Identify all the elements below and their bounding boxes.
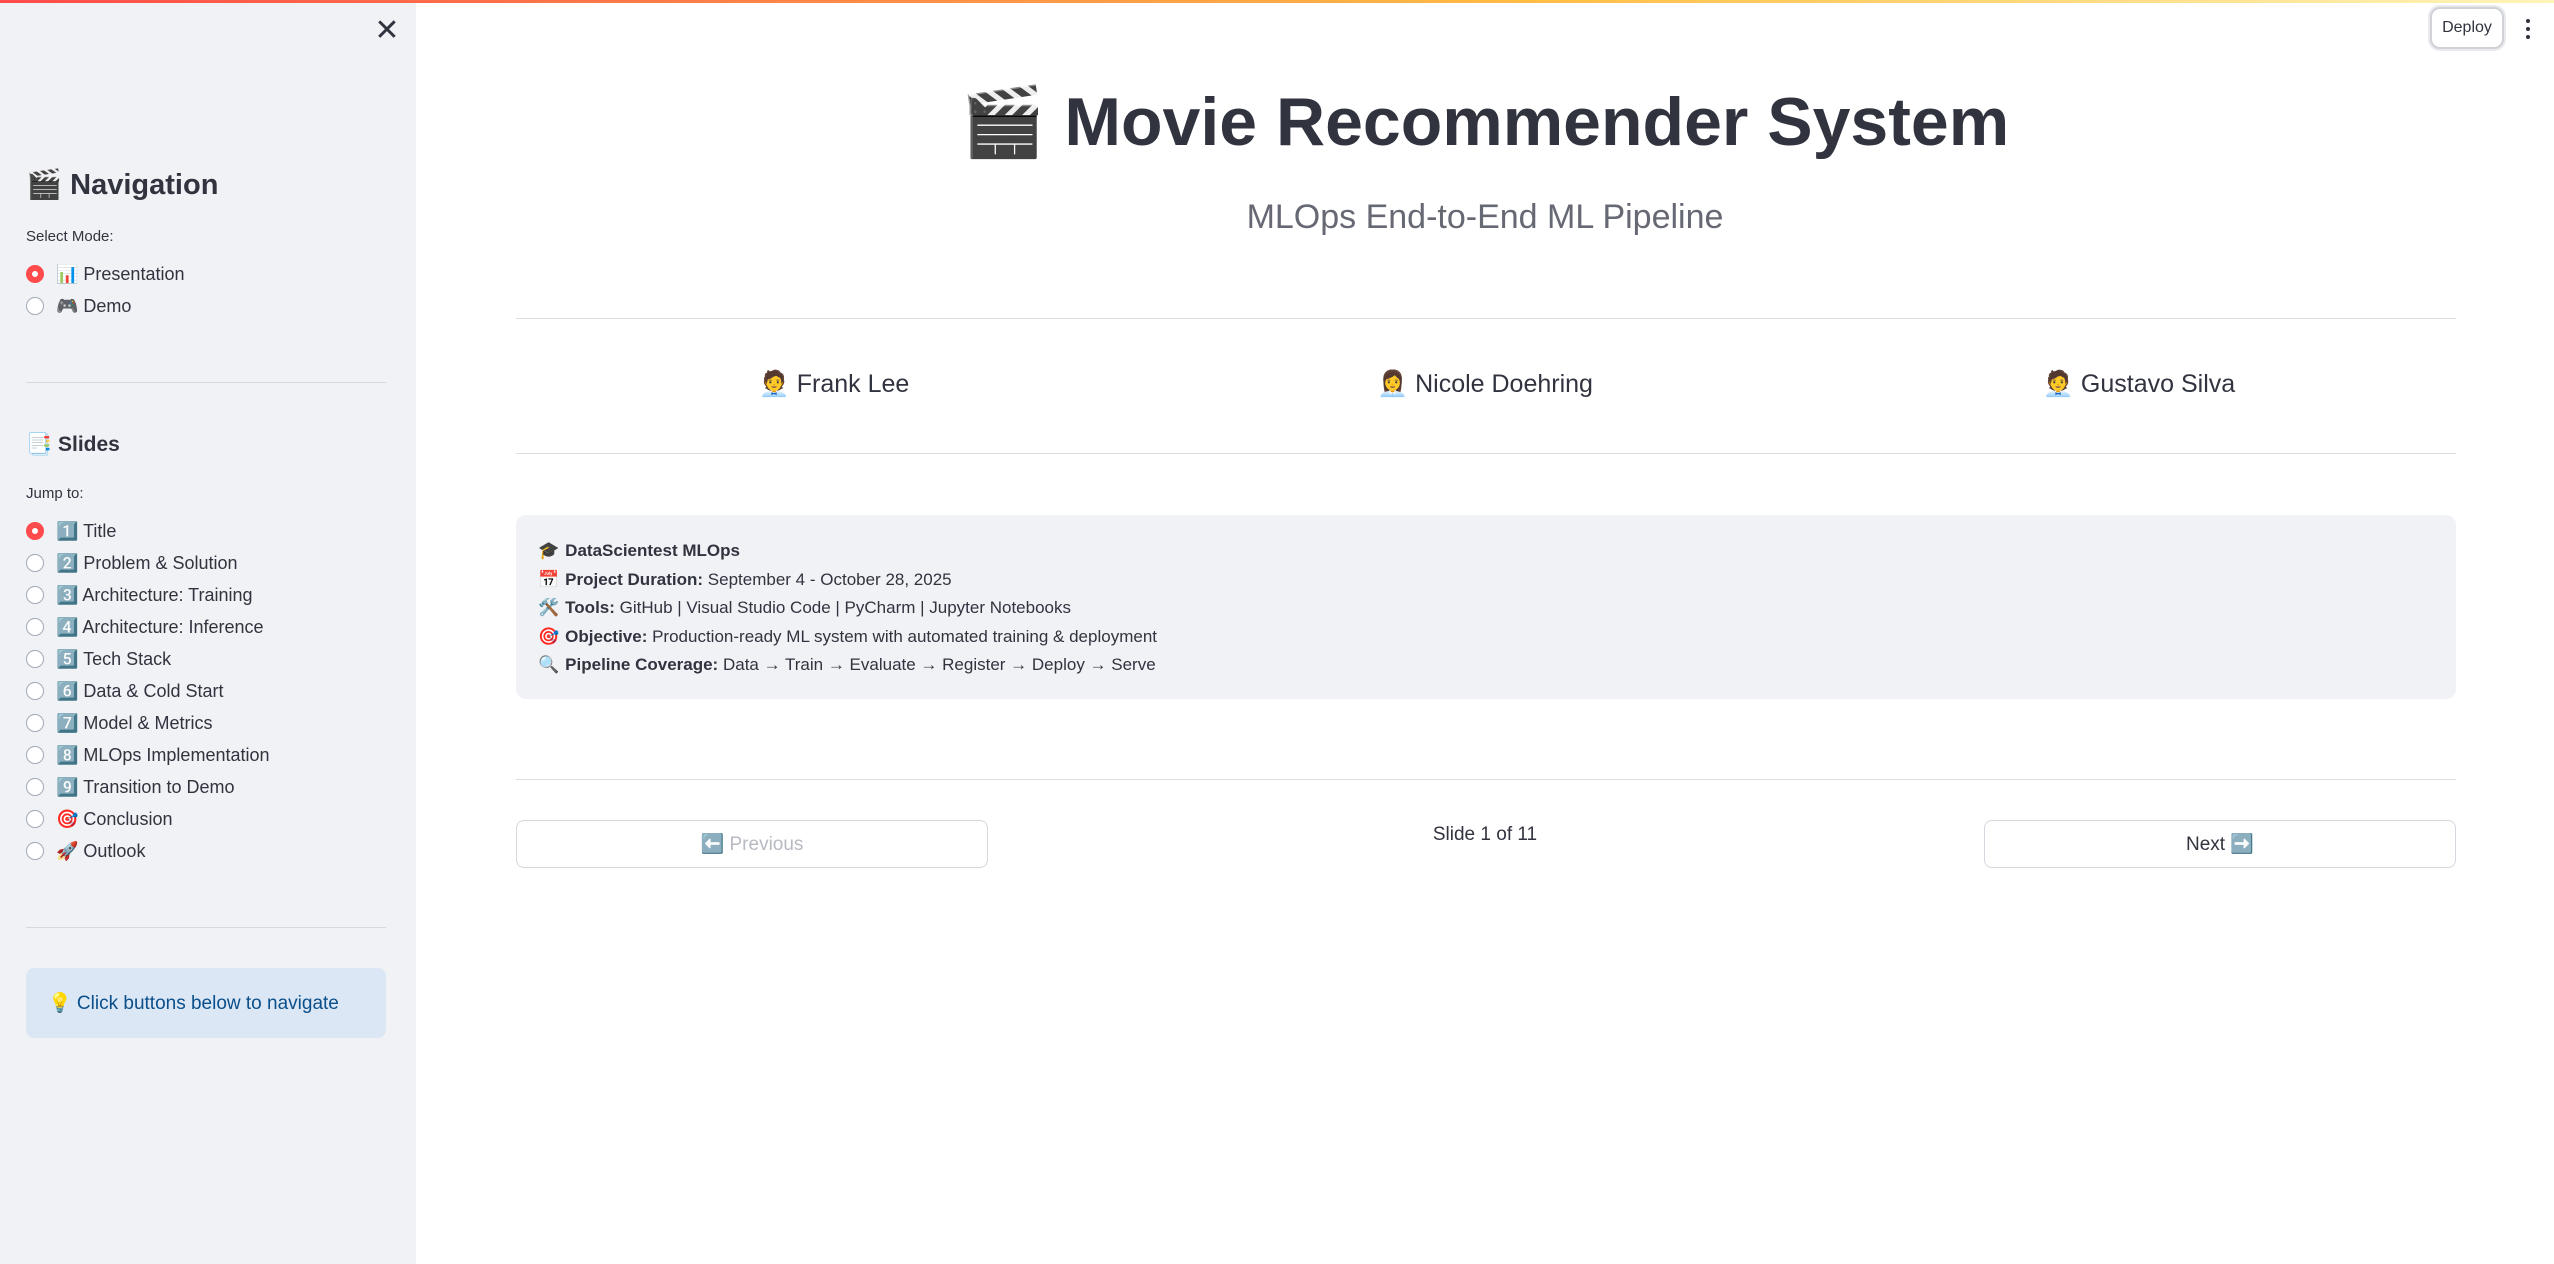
info-value: GitHub | Visual Studio Code | PyCharm | … (614, 598, 1072, 617)
slide-option-problem-solution[interactable]: 2️⃣ Problem & Solution (26, 549, 238, 577)
top-decoration-bar (0, 0, 2554, 3)
radio-unselected-icon[interactable] (26, 714, 44, 732)
info-label: Project Duration: (565, 569, 704, 589)
info-line-duration: 📅 Project Duration: September 4 - October… (538, 566, 2434, 595)
next-button[interactable]: Next ➡️ (1984, 820, 2456, 868)
navigation-heading: 🎬 Navigation (26, 169, 219, 201)
tools-icon: 🛠️ (538, 598, 560, 617)
info-label: Tools: (565, 598, 615, 617)
slide-option-label: 1️⃣ Title (56, 520, 117, 541)
slide-option-label: 2️⃣ Problem & Solution (56, 552, 238, 573)
mode-option-presentation[interactable]: 📊 Presentation (26, 260, 184, 288)
slide-option-label: 🎯 Conclusion (56, 808, 173, 829)
slide-option-label: 7️⃣ Model & Metrics (56, 712, 213, 733)
deploy-button[interactable]: Deploy (2430, 7, 2504, 49)
close-icon[interactable]: ✕ (372, 16, 402, 46)
radio-unselected-icon[interactable] (26, 746, 44, 764)
slide-option-data-cold-start[interactable]: 6️⃣ Data & Cold Start (26, 677, 223, 705)
info-value: September 4 - October 28, 2025 (703, 569, 952, 589)
slide-option-label: 🚀 Outlook (56, 840, 146, 861)
slide-option-outlook[interactable]: 🚀 Outlook (26, 837, 145, 865)
slide-option-mlops-implementation[interactable]: 8️⃣ MLOps Implementation (26, 741, 270, 769)
calendar-icon: 📅 (538, 569, 560, 589)
slide-option-title[interactable]: 1️⃣ Title (26, 517, 116, 545)
info-line-objective: 🎯 Objective: Production-ready ML system w… (538, 623, 2434, 652)
sidebar: ✕ 🎬 Navigation Select Mode: 📊 Presentati… (0, 0, 416, 1264)
slide-option-conclusion[interactable]: 🎯 Conclusion (26, 805, 172, 833)
radio-unselected-icon[interactable] (26, 842, 44, 860)
radio-unselected-icon[interactable] (26, 586, 44, 604)
content-divider (516, 453, 2456, 454)
info-line-tools: 🛠️ Tools: GitHub | Visual Studio Code | P… (538, 594, 2434, 623)
sidebar-divider (26, 927, 386, 928)
jump-label: Jump to: (26, 485, 84, 502)
radio-unselected-icon[interactable] (26, 554, 44, 572)
mode-option-demo[interactable]: 🎮 Demo (26, 292, 131, 320)
radio-unselected-icon[interactable] (26, 650, 44, 668)
mode-label: Select Mode: (26, 228, 114, 245)
slide-option-label: 3️⃣ Architecture: Training (56, 584, 253, 605)
magnifier-icon: 🔍 (538, 655, 560, 674)
page-title: 🎬 Movie Recommender System (960, 84, 2010, 160)
info-label: Pipeline Coverage: (565, 655, 719, 674)
graduation-cap-icon: 🎓 (538, 541, 560, 560)
radio-unselected-icon[interactable] (26, 810, 44, 828)
info-line-course: 🎓 DataScientest MLOps (538, 537, 2434, 566)
info-line-pipeline: 🔍 Pipeline Coverage: Data → Train → Evalu… (538, 651, 2434, 680)
previous-button[interactable]: ⬅️ Previous (516, 820, 988, 868)
slide-option-transition-demo[interactable]: 9️⃣ Transition to Demo (26, 773, 234, 801)
content-divider (516, 779, 2456, 780)
info-course-name: DataScientest MLOps (565, 541, 740, 560)
navigation-tip-text: 💡 Click buttons below to navigate (48, 993, 339, 1014)
slide-option-tech-stack[interactable]: 5️⃣ Tech Stack (26, 645, 171, 673)
team-member: 👩‍💼 Nicole Doehring (1377, 370, 1593, 398)
slide-option-architecture-inference[interactable]: 4️⃣ Architecture: Inference (26, 613, 264, 641)
slide-counter: Slide 1 of 11 (1432, 824, 1538, 845)
team-member: 🧑‍💼 Frank Lee (758, 370, 910, 398)
radio-selected-icon[interactable] (26, 265, 44, 283)
slide-option-architecture-training[interactable]: 3️⃣ Architecture: Training (26, 581, 253, 609)
kebab-menu-icon[interactable] (2518, 14, 2538, 44)
slide-option-label: 5️⃣ Tech Stack (56, 648, 172, 669)
slide-option-label: 4️⃣ Architecture: Inference (56, 616, 264, 637)
slide-option-model-metrics[interactable]: 7️⃣ Model & Metrics (26, 709, 212, 737)
sidebar-divider (26, 382, 386, 383)
mode-option-label: 🎮 Demo (56, 295, 132, 316)
slide-option-label: 9️⃣ Transition to Demo (56, 776, 235, 797)
radio-unselected-icon[interactable] (26, 618, 44, 636)
info-value: Data → Train → Evaluate → Register → Dep… (718, 655, 1156, 674)
content-divider (516, 318, 2456, 319)
mode-option-label: 📊 Presentation (56, 263, 185, 284)
project-info-card: 🎓 DataScientest MLOps 📅 Project Duration: … (516, 515, 2456, 699)
team-member: 🧑‍💼 Gustavo Silva (2042, 370, 2236, 398)
slide-option-label: 8️⃣ MLOps Implementation (56, 744, 270, 765)
target-icon: 🎯 (538, 626, 560, 646)
info-value: Production-ready ML system with automate… (647, 626, 1157, 646)
radio-unselected-icon[interactable] (26, 682, 44, 700)
page-subtitle: MLOps End-to-End ML Pipeline (1246, 198, 1724, 236)
slide-option-label: 6️⃣ Data & Cold Start (56, 680, 224, 701)
radio-unselected-icon[interactable] (26, 297, 44, 315)
slides-heading: 📑 Slides (26, 433, 120, 456)
radio-selected-icon[interactable] (26, 522, 44, 540)
radio-unselected-icon[interactable] (26, 778, 44, 796)
info-label: Objective: (565, 626, 648, 646)
navigation-tip: 💡 Click buttons below to navigate (26, 968, 386, 1038)
